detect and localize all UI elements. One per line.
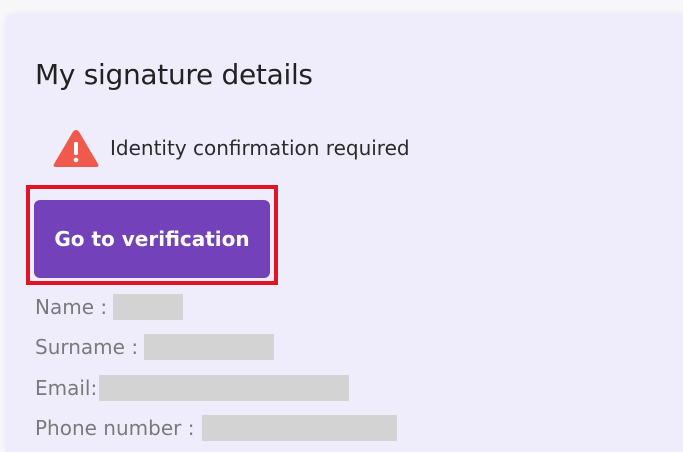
name-redacted-value bbox=[113, 294, 184, 320]
signature-details-card: My signature details Identity confirmati… bbox=[6, 14, 683, 452]
phone-redacted-value bbox=[202, 415, 398, 441]
email-field: Email: bbox=[35, 374, 350, 402]
phone-field: Phone number : bbox=[35, 414, 398, 442]
page-title: My signature details bbox=[35, 58, 313, 91]
warning-icon bbox=[53, 130, 99, 167]
name-label: Name : bbox=[35, 295, 108, 319]
surname-redacted-value bbox=[144, 334, 275, 360]
phone-label: Phone number : bbox=[35, 416, 195, 440]
go-to-verification-button[interactable]: Go to verification bbox=[34, 200, 270, 278]
identity-warning: Identity confirmation required bbox=[50, 126, 410, 170]
warning-text: Identity confirmation required bbox=[110, 136, 410, 160]
name-field: Name : bbox=[35, 293, 184, 321]
surname-field: Surname : bbox=[35, 333, 275, 361]
email-label: Email: bbox=[35, 376, 98, 400]
email-redacted-value bbox=[99, 375, 350, 401]
surname-label: Surname : bbox=[35, 335, 139, 359]
